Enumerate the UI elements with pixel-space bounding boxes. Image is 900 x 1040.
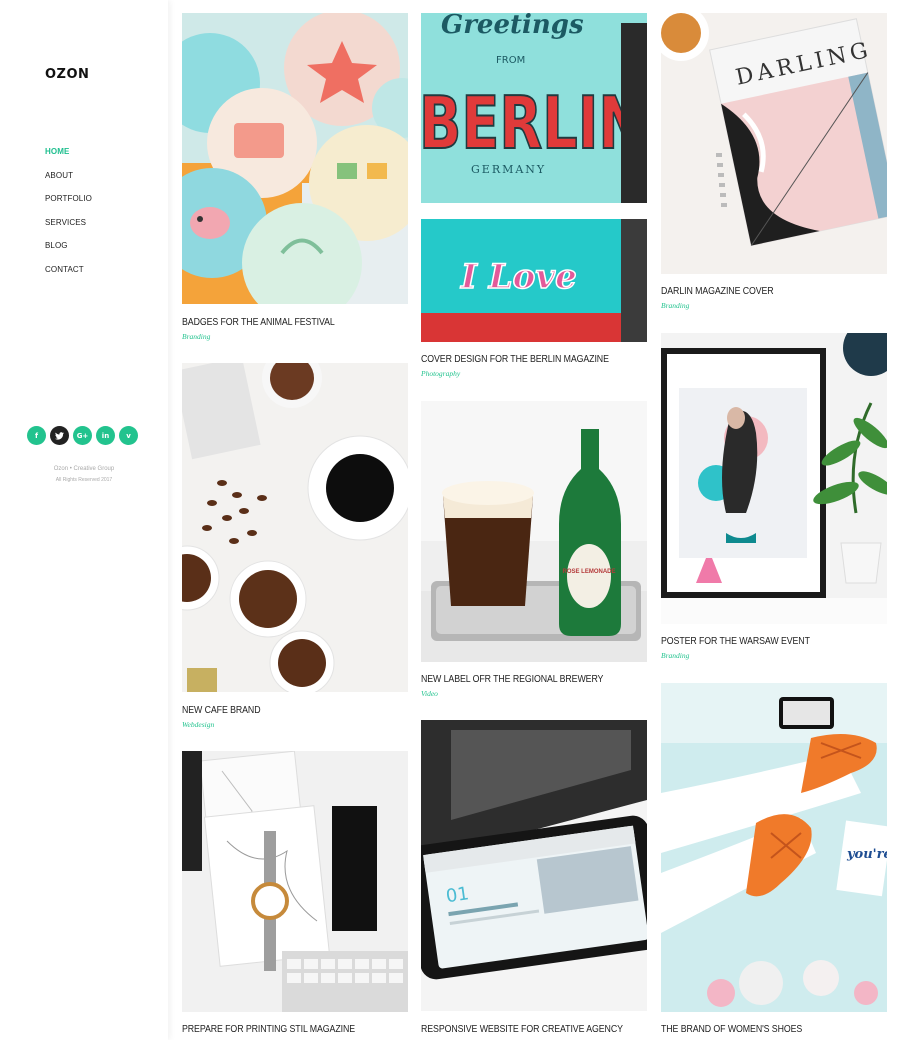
berlin-from-text: FROM xyxy=(496,55,525,66)
sidebar: OZON HOME ABOUT PORTFOLIO SERVICES BLOG … xyxy=(0,0,168,1040)
nav-item-home[interactable]: HOME xyxy=(45,147,92,171)
portfolio-title[interactable]: NEW LABEL OFR THE REGIONAL BREWERY xyxy=(421,674,603,685)
brewery-photo[interactable]: ROSE LEMONADE xyxy=(421,401,647,662)
berlin-photo[interactable]: Greetings FROM BERLIN GERMANY I Love xyxy=(421,13,647,342)
portfolio-title[interactable]: DARLIN MAGAZINE COVER xyxy=(661,286,774,297)
badges-photo[interactable] xyxy=(182,13,408,304)
linkedin-icon[interactable]: in xyxy=(96,426,115,445)
darlin-magazine-photo[interactable]: DARLING xyxy=(661,13,887,274)
portfolio-category[interactable]: Video xyxy=(421,689,438,698)
portfolio-category[interactable]: Branding xyxy=(661,651,689,660)
poster-photo[interactable] xyxy=(661,333,887,624)
nav-item-blog[interactable]: BLOG xyxy=(45,241,92,265)
portfolio-title[interactable]: BADGES FOR THE ANIMAL FESTIVAL xyxy=(182,317,335,328)
nav-item-portfolio[interactable]: PORTFOLIO xyxy=(45,194,92,218)
portfolio-title[interactable]: POSTER FOR THE WARSAW EVENT xyxy=(661,636,810,647)
site-logo[interactable]: OZON xyxy=(45,67,89,82)
shoes-sign-text: you're dope xyxy=(846,847,887,862)
berlin-love-text: I Love xyxy=(460,257,577,297)
nav-item-about[interactable]: ABOUT xyxy=(45,171,92,195)
berlin-germany-text: GERMANY xyxy=(471,163,546,176)
portfolio-title[interactable]: THE BRAND OF WOMEN'S SHOES xyxy=(661,1024,802,1035)
nav-item-services[interactable]: SERVICES xyxy=(45,218,92,242)
portfolio-title[interactable]: PREPARE FOR PRINTING STIL MAGAZINE xyxy=(182,1024,355,1035)
portfolio-category[interactable]: Branding xyxy=(182,332,210,341)
coffee-photo[interactable] xyxy=(182,363,408,692)
portfolio-title[interactable]: COVER DESIGN FOR THE BERLIN MAGAZINE xyxy=(421,354,609,365)
nav-item-contact[interactable]: CONTACT xyxy=(45,265,92,289)
google-plus-icon[interactable]: G+ xyxy=(73,426,92,445)
vimeo-icon[interactable]: v xyxy=(119,426,138,445)
portfolio-title[interactable]: RESPONSIVE WEBSITE FOR CREATIVE AGENCY xyxy=(421,1024,623,1035)
berlin-greetings-text: Greetings xyxy=(441,13,584,40)
svg-text:01: 01 xyxy=(445,883,471,907)
facebook-icon[interactable]: f xyxy=(27,426,46,445)
twitter-icon[interactable] xyxy=(50,426,69,445)
shoes-photo[interactable]: you're dope xyxy=(661,683,887,1012)
footer-brand: Ozon • Creative Group xyxy=(53,466,115,472)
portfolio-category[interactable]: Webdesign xyxy=(182,720,214,729)
portfolio-title[interactable]: NEW CAFE BRAND xyxy=(182,705,261,716)
berlin-title-text: BERLIN xyxy=(421,81,645,165)
main-nav: HOME ABOUT PORTFOLIO SERVICES BLOG CONTA… xyxy=(45,147,92,288)
social-links: f G+ in v xyxy=(27,426,138,445)
watch-magazine-photo[interactable] xyxy=(182,751,408,1012)
portfolio-category[interactable]: Photography xyxy=(421,369,460,378)
phone-photo[interactable]: 01 xyxy=(421,720,647,1011)
footer-copyright: All Rights Reserved 2017 xyxy=(55,477,113,483)
portfolio-category[interactable]: Branding xyxy=(661,301,689,310)
bottle-label-text: ROSE LEMONADE xyxy=(562,569,615,575)
